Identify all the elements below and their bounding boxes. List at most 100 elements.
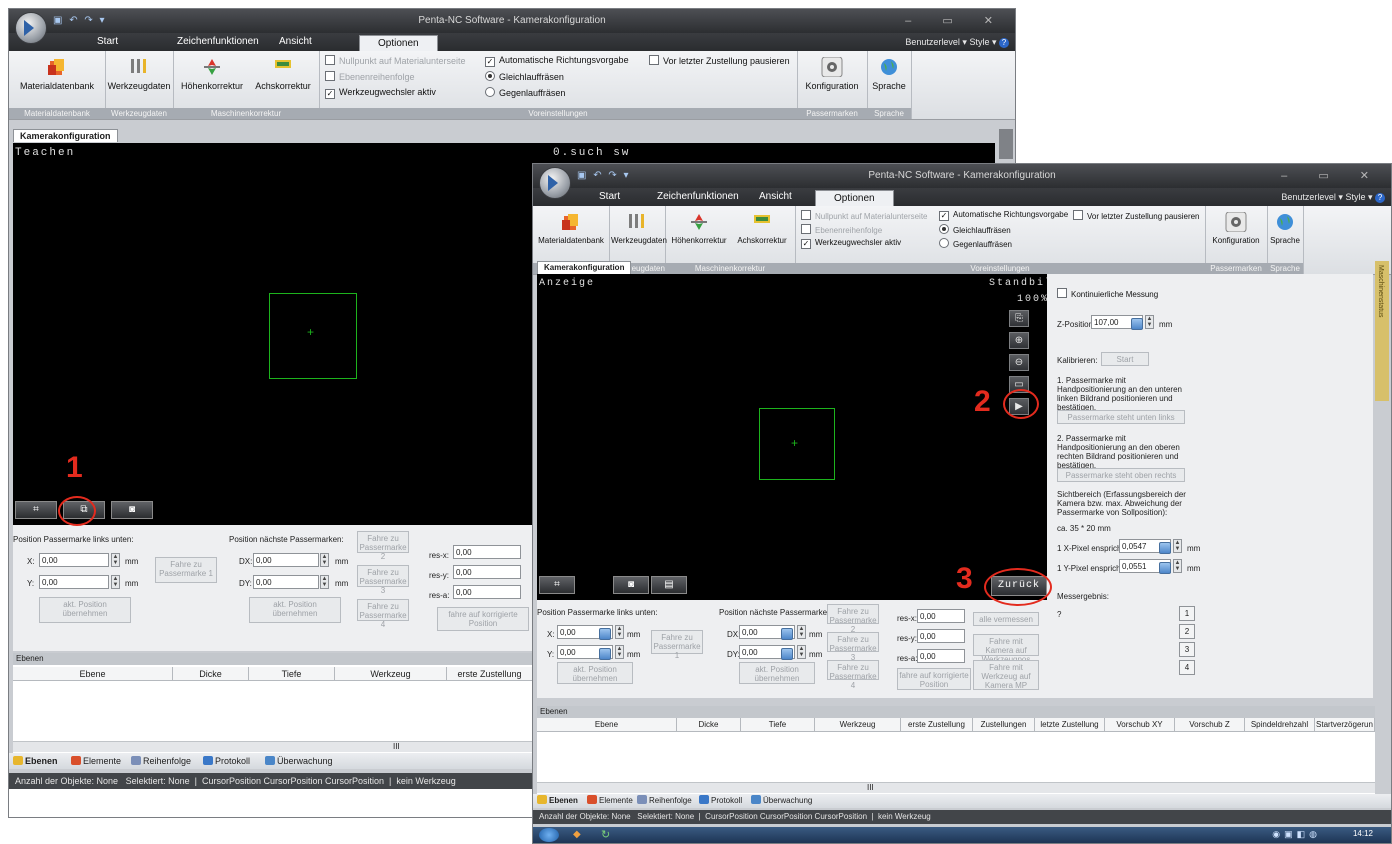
horizontal-scrollbar[interactable]: III — [537, 782, 1375, 793]
side-strip[interactable] — [999, 129, 1013, 159]
ebenenreihenfolge-checkbox[interactable]: Ebenenreihenfolge — [325, 71, 415, 82]
tab-start[interactable]: Start — [599, 191, 620, 202]
konfiguration-button[interactable]: Konfiguration — [801, 57, 863, 91]
application-menu-orb[interactable] — [15, 12, 47, 44]
zoom-in-button[interactable]: ⊕ — [1009, 332, 1029, 349]
taskbar-app-icon[interactable]: ◆ — [573, 829, 581, 840]
hoehenkorrektur-button[interactable]: Höhenkorrektur — [667, 212, 731, 245]
akt-position-button[interactable]: akt. Position übernehmen — [557, 662, 633, 684]
btab-ebenen[interactable]: Ebenen — [537, 794, 578, 808]
btab-reihenfolge[interactable]: Reihenfolge — [637, 794, 692, 808]
werkzeugwechsler-checkbox[interactable]: ✓ Werkzeugwechsler aktiv — [325, 87, 436, 99]
tab-zeichenfunktionen[interactable]: Zeichenfunktionen — [657, 191, 739, 202]
fahre-pm2-button[interactable]: Fahre zu Passermarke 2 — [357, 531, 409, 561]
gegenlauf-radio[interactable]: Gegenlauffräsen — [939, 238, 1012, 249]
col-erste-zustellung[interactable]: erste Zustellung — [901, 718, 973, 732]
fahre-pm1-button[interactable]: Fahre zu Passermarke 1 — [155, 557, 217, 583]
result-button-4[interactable]: 4 — [1179, 660, 1195, 675]
btab-protokoll[interactable]: Protokoll — [203, 753, 250, 769]
btab-elemente[interactable]: Elemente — [71, 753, 121, 769]
col-spindeldrehzahl[interactable]: Spindeldrehzahl — [1245, 718, 1315, 732]
zoom-out-button[interactable]: ⊖ — [1009, 354, 1029, 371]
col-startverzoegerung[interactable]: Startverzögerun — [1315, 718, 1375, 732]
result-button-3[interactable]: 3 — [1179, 642, 1195, 657]
pausieren-checkbox[interactable]: Vor letzter Zustellung pausieren — [1073, 210, 1200, 221]
dy-stepper[interactable]: ▲ ▼ — [797, 645, 806, 659]
export-button[interactable]: ⎘ — [1009, 310, 1029, 327]
col-dicke[interactable]: Dicke — [677, 718, 741, 732]
window-controls[interactable]: – ▭ ✕ — [1281, 169, 1383, 182]
col-vorschub-z[interactable]: Vorschub Z — [1175, 718, 1245, 732]
btab-reihenfolge[interactable]: Reihenfolge — [131, 753, 191, 769]
col-tiefe[interactable]: Tiefe — [741, 718, 815, 732]
crop-button[interactable]: ⌗ — [15, 501, 57, 519]
fahre-kamera-button[interactable]: Fahre mit Kamera auf Werkzeugpos — [973, 634, 1039, 664]
btab-elemente[interactable]: Elemente — [587, 794, 633, 808]
hoehenkorrektur-button[interactable]: Höhenkorrektur — [175, 57, 249, 91]
user-level-menu[interactable]: Benutzerlevel ▾ Style ▾ ? — [905, 37, 1009, 48]
werkzeugwechsler-checkbox[interactable]: ✓ Werkzeugwechsler aktiv — [801, 238, 901, 249]
gleichlauf-radio[interactable]: Gleichlauffräsen — [939, 224, 1011, 235]
nullpunkt-checkbox[interactable]: Nullpunkt auf Materialunterseite — [801, 210, 928, 221]
col-letzte-zustellung[interactable]: letzte Zustellung — [1035, 718, 1105, 732]
doctab-kamerakonfiguration[interactable]: Kamerakonfiguration ✕ — [537, 261, 632, 284]
snapshot-button[interactable]: ◙ — [111, 501, 153, 519]
gleichlauf-radio[interactable]: Gleichlauffräsen — [485, 71, 564, 82]
achskorrektur-button[interactable]: Achskorrektur — [731, 212, 793, 245]
passermarke-links-button[interactable]: Passermarke steht unten links — [1057, 410, 1185, 424]
result-button-2[interactable]: 2 — [1179, 624, 1195, 639]
x-input[interactable]: 0,00 — [39, 553, 109, 567]
y-stepper[interactable]: ▲ ▼ — [615, 645, 624, 659]
x-stepper[interactable]: ▲ ▼ — [111, 553, 120, 567]
crop-button[interactable]: ⌗ — [539, 576, 575, 594]
tab-ansicht[interactable]: Ansicht — [759, 191, 792, 202]
achskorrektur-button[interactable]: Achskorrektur — [249, 57, 317, 91]
start-orb-icon[interactable] — [539, 828, 559, 842]
calculator-icon[interactable] — [1131, 318, 1143, 330]
window-controls[interactable]: – ▭ ✕ — [905, 14, 1007, 27]
col-tiefe[interactable]: Tiefe — [249, 667, 335, 681]
film-button[interactable]: ▤ — [651, 576, 687, 594]
help-icon[interactable]: ? — [1375, 193, 1385, 203]
res-y-input[interactable]: 0,00 — [917, 629, 965, 643]
dy-input[interactable]: 0,00 — [253, 575, 319, 589]
btab-ueberwachung[interactable]: Überwachung — [751, 794, 812, 808]
tray-icons[interactable]: ◉▣◧◍ — [1272, 829, 1321, 840]
col-zustellungen[interactable]: Zustellungen — [973, 718, 1035, 732]
fahre-werkzeug-button[interactable]: Fahre mit Werkzeug auf Kamera MP — [973, 660, 1039, 690]
start-button[interactable]: Start — [1101, 352, 1149, 366]
gegenlauf-radio[interactable]: Gegenlauffräsen — [485, 87, 565, 98]
fahre-pm1-button[interactable]: Fahre zu Passermarke 1 — [651, 630, 703, 660]
snapshot-button[interactable]: ◙ — [613, 576, 649, 594]
kontinuierliche-checkbox[interactable]: Kontinuierliche Messung — [1057, 288, 1158, 299]
maschinenstatus-strip[interactable]: Maschinenstatus — [1375, 261, 1389, 401]
z-stepper[interactable]: ▲ ▼ — [1145, 315, 1154, 329]
col-dicke[interactable]: Dicke — [173, 667, 249, 681]
calculator-icon[interactable] — [1159, 542, 1171, 554]
pausieren-checkbox[interactable]: Vor letzter Zustellung pausieren — [649, 55, 790, 66]
fahre-korrigiert-button[interactable]: fahre auf korrigierte Position — [897, 668, 971, 690]
materialdatenbank-button[interactable]: Materialdatenbank — [13, 57, 101, 91]
fahre-pm4-button[interactable]: Fahre zu Passermarke 4 — [827, 660, 879, 690]
col-vorschub-xy[interactable]: Vorschub XY — [1105, 718, 1175, 732]
konfiguration-button[interactable]: Konfiguration — [1207, 212, 1265, 245]
automatische-richtung-checkbox[interactable]: ✓ Automatische Richtungsvorgabe — [939, 210, 1068, 221]
result-button-1[interactable]: 1 — [1179, 606, 1195, 621]
akt-position-dx-button[interactable]: akt. Position übernehmen — [249, 597, 341, 623]
sprache-button[interactable]: Sprache — [1268, 212, 1302, 245]
sprache-button[interactable]: Sprache — [869, 57, 909, 91]
calculator-icon[interactable] — [599, 648, 611, 660]
ebenenreihenfolge-checkbox[interactable]: Ebenenreihenfolge — [801, 224, 882, 235]
user-level-menu[interactable]: Benutzerlevel ▾ Style ▾ ? — [1281, 192, 1385, 203]
doctab-kamerakonfiguration[interactable]: Kamerakonfiguration ✕ — [13, 129, 118, 153]
y-input[interactable]: 0,00 — [39, 575, 109, 589]
alle-vermessen-button[interactable]: alle vermessen — [973, 612, 1039, 626]
materialdatenbank-button[interactable]: Materialdatenbank — [535, 212, 607, 245]
dx-stepper[interactable]: ▲ ▼ — [320, 553, 329, 567]
tab-zeichenfunktionen[interactable]: Zeichenfunktionen — [177, 36, 259, 47]
calculator-icon[interactable] — [781, 628, 793, 640]
fahre-korrigiert-button[interactable]: fahre auf korrigierte Position — [437, 607, 529, 631]
calculator-icon[interactable] — [781, 648, 793, 660]
werkzeugdaten-button[interactable]: Werkzeugdaten — [107, 57, 171, 91]
application-menu-orb[interactable] — [539, 167, 571, 199]
